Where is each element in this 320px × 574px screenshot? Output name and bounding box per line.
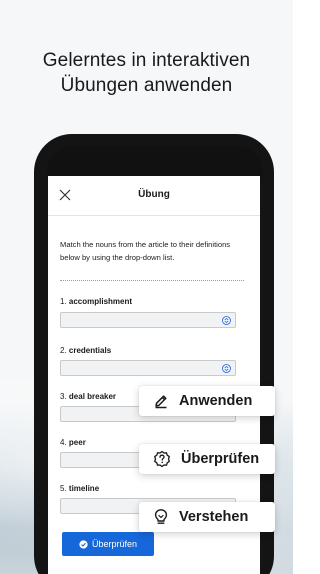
definition-select[interactable] — [60, 312, 236, 328]
question-number: 2. — [60, 346, 67, 355]
question-badge-icon — [154, 450, 170, 468]
exercise-instructions: Match the nouns from the article to thei… — [60, 240, 231, 262]
phone-notch — [47, 146, 263, 178]
select-arrows-icon — [222, 316, 231, 325]
checkmark-circle-icon — [79, 539, 88, 549]
question-number: 4. — [60, 438, 67, 447]
question-term: timeline — [68, 484, 100, 493]
question-term: credentials — [68, 346, 112, 355]
question-label: 1. accomplishment — [60, 297, 132, 306]
headline-line-2: Übungen anwenden — [60, 75, 233, 96]
question-term: peer — [68, 438, 86, 447]
select-arrows-icon — [222, 364, 231, 373]
check-answers-label: Überprüfen — [91, 539, 138, 549]
pencil-icon — [155, 395, 167, 409]
question-label: 2. credentials — [60, 346, 111, 355]
question-label: 3. deal breaker — [60, 392, 116, 401]
question-number: 3. — [60, 392, 67, 401]
question-label: 5. timeline — [60, 484, 99, 493]
exercise-header: Übung — [48, 176, 260, 216]
headline-line-1: Gelerntes in interaktiven — [42, 50, 251, 71]
feature-card-check: Überprüfen — [139, 444, 275, 474]
definition-select[interactable] — [60, 360, 236, 376]
dotted-divider — [60, 280, 244, 281]
feature-card-apply: Anwenden — [139, 386, 275, 416]
question-term: deal breaker — [68, 392, 117, 401]
question-term: accomplishment — [68, 297, 133, 306]
feature-card-label: Anwenden — [179, 393, 253, 409]
exercise-title: Übung — [138, 189, 170, 200]
feature-card-label: Überprüfen — [181, 451, 260, 467]
question-number: 5. — [60, 484, 67, 493]
question-label: 4. peer — [60, 438, 86, 447]
lightbulb-icon — [154, 509, 168, 524]
feature-card-label: Verstehen — [179, 509, 249, 525]
promo-headline: Gelerntes in interaktiven Übungen anwend… — [20, 48, 273, 98]
question-number: 1. — [60, 297, 67, 306]
feature-card-understand: Verstehen — [139, 502, 275, 532]
check-answers-button[interactable]: Überprüfen — [62, 532, 154, 556]
